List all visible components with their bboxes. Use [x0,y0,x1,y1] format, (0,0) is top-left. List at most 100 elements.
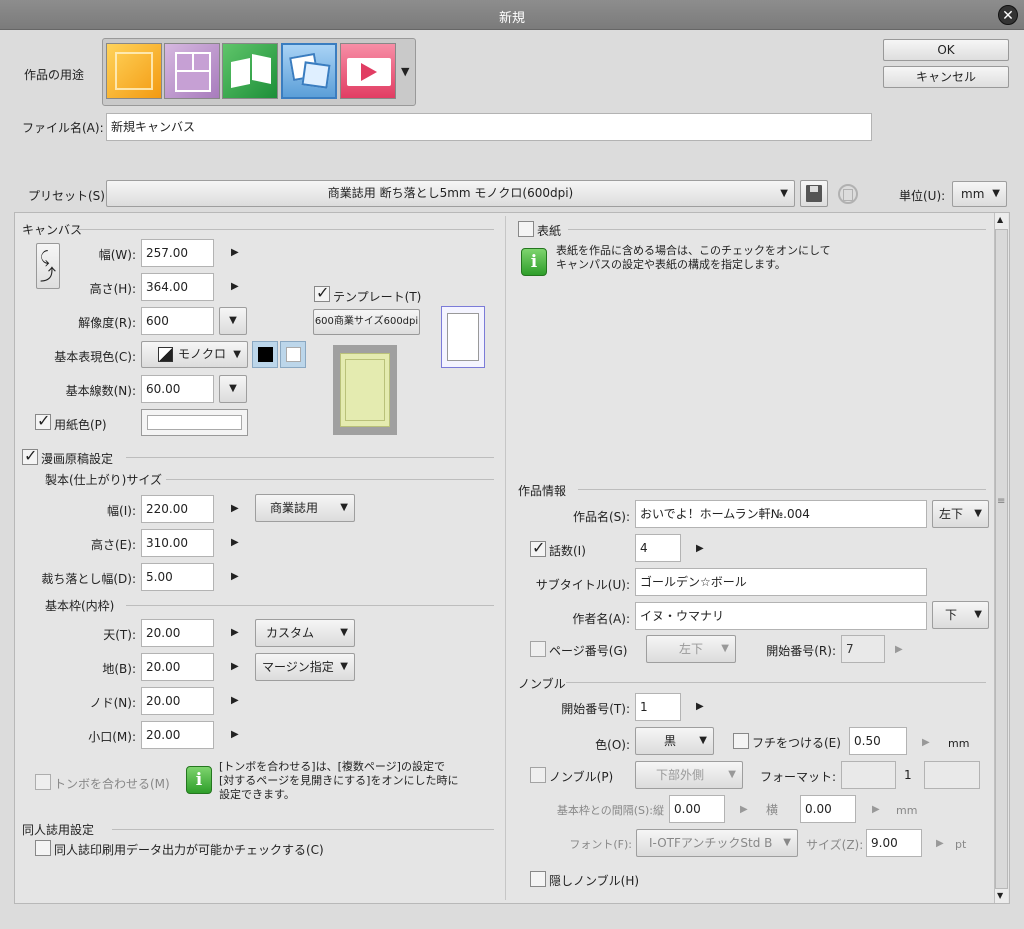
gap-horizontal-arrow-icon[interactable]: ▶ [872,804,880,815]
window-title: 新規 [498,11,525,26]
white-swatch[interactable] [280,341,306,368]
resolution-dropdown[interactable]: ▼ [219,307,247,335]
scroll-up-icon[interactable]: ▲ [997,215,1003,224]
manga-width-input[interactable]: 220.00 [141,495,214,523]
author-input[interactable]: イヌ・ウマナリ [635,602,927,630]
border-width-arrow-icon[interactable]: ▶ [922,737,930,748]
border-width-input[interactable]: 0.50 [849,727,907,755]
nombre-label: ノンブル(P) [549,770,614,784]
nombre-position-dropdown[interactable]: 下部外側 ▼ [635,761,743,789]
template-checkbox[interactable]: ✓ [314,283,330,302]
title-bar: 新規 ✕ [0,0,1024,30]
paper-color-checkbox[interactable]: ✓ [35,411,51,430]
cancel-button[interactable]: キャンセル [883,66,1009,88]
illustration-purpose-icon[interactable] [106,43,162,99]
work-title-label: 作品名(S): [572,510,630,524]
page-number-checkbox[interactable] [530,641,546,657]
doujin-check-checkbox[interactable] [35,840,51,856]
purpose-more-icon[interactable]: ▼ [401,65,409,78]
work-title-position-value: 左下 [939,507,964,521]
manga-width-arrow-icon[interactable]: ▶ [231,503,239,514]
page-start-arrow-icon[interactable]: ▶ [895,644,903,655]
gap-vertical-input[interactable]: 0.00 [669,795,725,823]
episode-input[interactable]: 4 [635,534,681,562]
border-checkbox[interactable] [733,733,749,749]
page-number-position-dropdown[interactable]: 左下 ▼ [646,635,736,663]
work-title-input[interactable]: おいでよ！ホームラン軒№.004 [635,500,927,528]
canvas-width-arrow-icon[interactable]: ▶ [231,247,239,258]
nombre-start-arrow-icon[interactable]: ▶ [696,701,704,712]
page-start-input[interactable]: 7 [841,635,885,663]
book-purpose-icon[interactable] [222,43,278,99]
scroll-thumb[interactable] [995,229,1008,889]
size-arrow-icon[interactable]: ▶ [936,838,944,849]
manga-size-preset-value: 商業誌用 [270,501,319,515]
ok-button[interactable]: OK [883,39,1009,61]
hidden-nombre-label: 隠しノンブル(H) [549,874,640,888]
author-position-dropdown[interactable]: 下 ▼ [932,601,989,629]
bleed-input[interactable]: 5.00 [141,563,214,591]
bleed-arrow-icon[interactable]: ▶ [231,571,239,582]
resize-grip-icon[interactable]: ≡ [997,496,1005,507]
chevron-down-icon: ▼ [340,661,348,672]
frame-top-input[interactable]: 20.00 [141,619,214,647]
black-swatch[interactable] [252,341,278,368]
size-input[interactable]: 9.00 [866,829,922,857]
frame-preset-dropdown[interactable]: カスタム ▼ [255,619,355,647]
episode-checkbox[interactable]: ✓ [530,538,546,557]
fore-edge-label: 小口(M): [88,730,136,744]
gutter-input[interactable]: 20.00 [141,687,214,715]
margin-preset-dropdown[interactable]: マージン指定 ▼ [255,653,355,681]
unit-dropdown[interactable]: mm ▼ [952,181,1007,207]
manga-height-input[interactable]: 310.00 [141,529,214,557]
hidden-nombre-checkbox[interactable] [530,871,546,887]
manga-settings-checkbox[interactable]: ✓ [22,446,38,465]
comic-purpose-icon[interactable] [164,43,220,99]
frame-preset-value: カスタム [266,626,315,640]
gap-horizontal-input[interactable]: 0.00 [800,795,856,823]
line-count-dropdown[interactable]: ▼ [219,375,247,403]
color-mode-dropdown[interactable]: モノクロ ▼ [141,341,248,368]
fore-edge-arrow-icon[interactable]: ▶ [231,729,239,740]
nombre-start-input[interactable]: 1 [635,693,681,721]
paper-color-swatch[interactable] [141,409,248,436]
gutter-arrow-icon[interactable]: ▶ [231,695,239,706]
fore-edge-input[interactable]: 20.00 [141,721,214,749]
manga-size-preset-dropdown[interactable]: 商業誌用 ▼ [255,494,355,522]
swap-orientation-icon[interactable]: ⤹ ⤴ [36,243,60,289]
scrollbar[interactable]: ▲ ▼ [994,213,1008,903]
frame-bottom-arrow-icon[interactable]: ▶ [231,661,239,672]
resolution-input[interactable]: 600 [141,307,214,335]
filename-input[interactable]: 新規キャンバス [106,113,872,141]
border-unit: mm [948,737,970,750]
cover-checkbox[interactable] [518,221,534,237]
frame-bottom-input[interactable]: 20.00 [141,653,214,681]
canvas-height-input[interactable]: 364.00 [141,273,214,301]
gap-vertical-arrow-icon[interactable]: ▶ [740,804,748,815]
tombo-checkbox[interactable] [35,774,51,790]
work-title-position-dropdown[interactable]: 左下 ▼ [932,500,989,528]
doujin-section-title: 同人誌用設定 [22,823,95,837]
manga-section-title: 漫画原稿設定 [41,452,114,466]
print-purpose-icon[interactable] [281,43,337,99]
episode-arrow-icon[interactable]: ▶ [696,543,704,554]
template-button[interactable]: 600商業サイズ600dpi [313,309,420,335]
subtitle-input[interactable]: ゴールデン☆ボール [635,568,927,596]
format-prefix-input[interactable] [841,761,896,789]
nombre-section-title: ノンブル [518,677,566,691]
nombre-color-dropdown[interactable]: 黒 ▼ [635,727,714,755]
font-dropdown[interactable]: I-OTFアンチックStd B ▼ [636,829,798,857]
color-mode-value: モノクロ [178,347,227,361]
frame-top-arrow-icon[interactable]: ▶ [231,627,239,638]
animation-purpose-icon[interactable] [340,43,396,99]
format-suffix-input[interactable] [924,761,980,789]
manga-height-arrow-icon[interactable]: ▶ [231,537,239,548]
line-count-input[interactable]: 60.00 [141,375,214,403]
close-icon[interactable]: ✕ [998,5,1018,25]
preset-dropdown[interactable]: 商業誌用 断ち落とし5mm モノクロ(600dpi) ▼ [106,180,795,207]
canvas-height-arrow-icon[interactable]: ▶ [231,281,239,292]
scroll-down-icon[interactable]: ▼ [997,891,1003,900]
canvas-width-input[interactable]: 257.00 [141,239,214,267]
save-preset-icon[interactable] [800,180,828,207]
nombre-checkbox[interactable] [530,767,546,783]
